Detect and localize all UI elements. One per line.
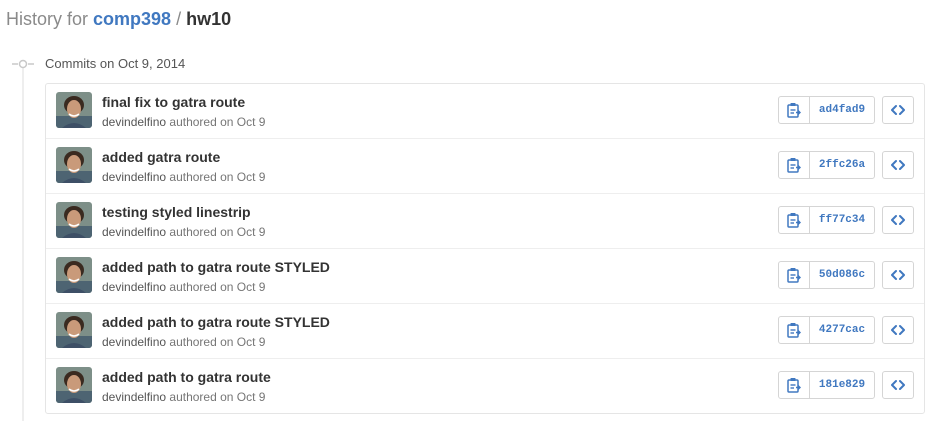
sha-button-group: 181e829 [778,371,875,399]
commit-author-link[interactable]: devindelfino [102,115,166,129]
avatar-image [56,92,92,128]
browse-code-button[interactable] [882,151,914,179]
sha-button-group: ff77c34 [778,206,875,234]
clippy-icon [787,323,801,338]
commit-row: added path to gatra route STYLED devinde… [46,248,924,303]
commit-title-link[interactable]: added path to gatra route STYLED [102,313,330,331]
browse-code-button[interactable] [882,206,914,234]
commit-authored-text: authored on Oct 9 [169,225,266,239]
avatar[interactable] [56,147,92,183]
avatar[interactable] [56,92,92,128]
commit-title-link[interactable]: added path to gatra route [102,368,271,386]
commit-row: added gatra route devindelfino authored … [46,138,924,193]
avatar-image [56,367,92,403]
commit-authored-text: authored on Oct 9 [169,280,266,294]
commit-author-link[interactable]: devindelfino [102,225,166,239]
copy-sha-button[interactable] [779,152,810,178]
commit-sha-link[interactable]: ff77c34 [810,207,874,233]
repo-name: hw10 [186,9,232,29]
commit-authored-text: authored on Oct 9 [169,335,266,349]
code-icon [891,215,905,225]
commit-row: testing styled linestrip devindelfino au… [46,193,924,248]
commit-author-link[interactable]: devindelfino [102,280,166,294]
copy-sha-button[interactable] [779,262,810,288]
browse-code-button[interactable] [882,316,914,344]
sha-button-group: 50d086c [778,261,875,289]
clippy-icon [787,158,801,173]
avatar-image [56,312,92,348]
commit-row: added path to gatra route STYLED devinde… [46,303,924,358]
git-commit-icon [12,57,34,69]
commit-sha-link[interactable]: 4277cac [810,317,874,343]
owner-link[interactable]: comp398 [93,9,171,29]
commit-row: final fix to gatra route devindelfino au… [46,84,924,138]
copy-sha-button[interactable] [779,97,810,123]
commit-author-link[interactable]: devindelfino [102,170,166,184]
path-separator: / [176,9,182,29]
sha-button-group: ad4fad9 [778,96,875,124]
code-icon [891,270,905,280]
commit-meta: devindelfino authored on Oct 9 [102,169,265,185]
commit-list: final fix to gatra route devindelfino au… [45,83,925,414]
timeline-line [22,60,24,421]
commit-row: added path to gatra route devindelfino a… [46,358,924,413]
code-icon [891,105,905,115]
commit-authored-text: authored on Oct 9 [169,170,266,184]
copy-sha-button[interactable] [779,317,810,343]
commit-sha-link[interactable]: 50d086c [810,262,874,288]
commit-title-link[interactable]: testing styled linestrip [102,203,251,221]
commit-group-title: Commits on Oct 9, 2014 [45,56,186,71]
commit-meta: devindelfino authored on Oct 9 [102,334,265,350]
avatar-image [56,147,92,183]
avatar-image [56,202,92,238]
clippy-icon [787,378,801,393]
code-icon [891,380,905,390]
commit-meta: devindelfino authored on Oct 9 [102,279,265,295]
avatar-image [56,257,92,293]
commit-meta: devindelfino authored on Oct 9 [102,114,265,130]
commit-author-link[interactable]: devindelfino [102,335,166,349]
commit-sha-link[interactable]: ad4fad9 [810,97,874,123]
browse-code-button[interactable] [882,261,914,289]
avatar[interactable] [56,202,92,238]
commit-authored-text: authored on Oct 9 [169,115,266,129]
browse-code-button[interactable] [882,96,914,124]
code-icon [891,160,905,170]
history-label: History for [6,9,89,29]
commit-title-link[interactable]: added path to gatra route STYLED [102,258,330,276]
copy-sha-button[interactable] [779,207,810,233]
commit-author-link[interactable]: devindelfino [102,390,166,404]
avatar[interactable] [56,312,92,348]
avatar[interactable] [56,367,92,403]
page-title: History for comp398 / hw10 [6,6,231,32]
sha-button-group: 2ffc26a [778,151,875,179]
commit-sha-link[interactable]: 181e829 [810,372,874,398]
clippy-icon [787,213,801,228]
browse-code-button[interactable] [882,371,914,399]
commit-title-link[interactable]: added gatra route [102,148,220,166]
commit-title-link[interactable]: final fix to gatra route [102,93,245,111]
commit-sha-link[interactable]: 2ffc26a [810,152,874,178]
code-icon [891,325,905,335]
avatar[interactable] [56,257,92,293]
commit-meta: devindelfino authored on Oct 9 [102,224,265,240]
commit-meta: devindelfino authored on Oct 9 [102,389,265,405]
commit-authored-text: authored on Oct 9 [169,390,266,404]
clippy-icon [787,268,801,283]
sha-button-group: 4277cac [778,316,875,344]
clippy-icon [787,103,801,118]
copy-sha-button[interactable] [779,372,810,398]
